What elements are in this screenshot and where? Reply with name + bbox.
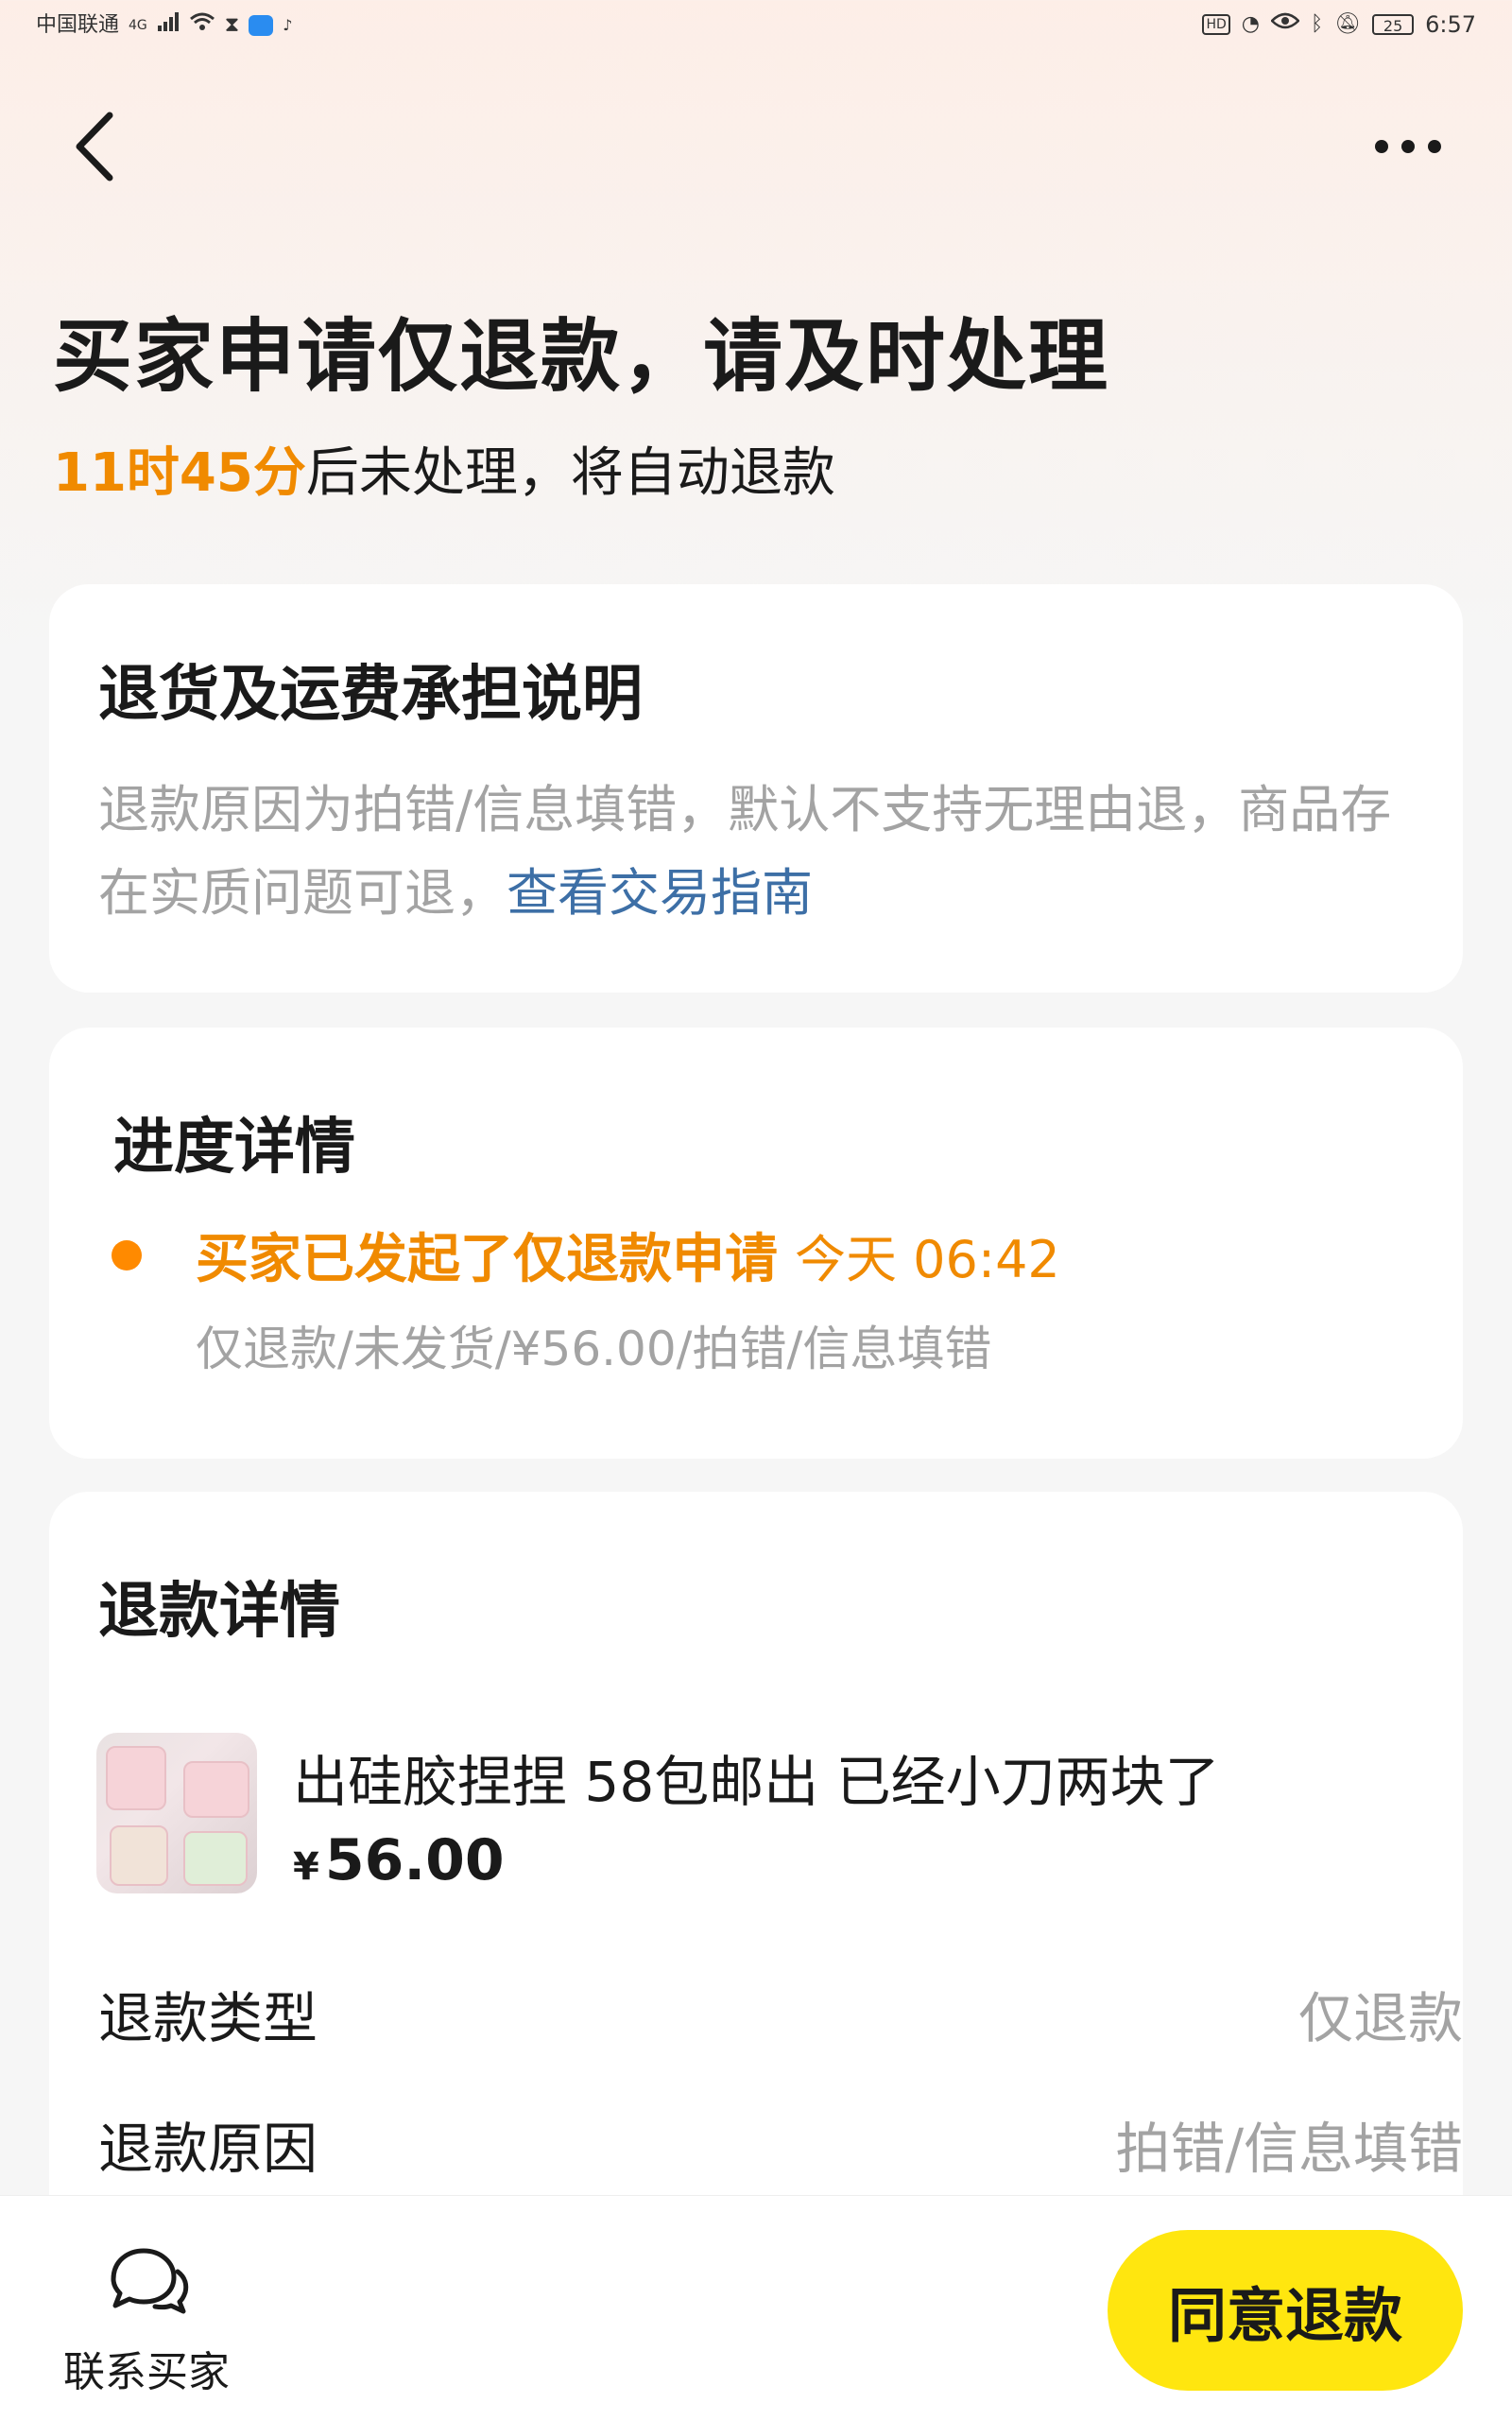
network-label: 4G — [129, 18, 147, 33]
refund-reason-value: 拍错/信息填错 — [1115, 2117, 1463, 2181]
progress-status: 买家已发起了仅退款申请 今天 06:42 — [196, 1217, 1060, 1293]
chat-bubble-icon — [111, 2248, 189, 2314]
refund-detail-title: 退款详情 — [98, 1577, 340, 1647]
progress-status-text: 买家已发起了仅退款申请 — [196, 1229, 778, 1290]
eye-icon — [1270, 11, 1300, 38]
cloud-app-icon — [249, 15, 274, 36]
status-bar: 中国联通 4G ⧗ ♪ HD ◔ ᛒ 🔕︎ 25 6:57 — [0, 0, 1512, 57]
data-saver-icon: ◔ — [1241, 12, 1260, 36]
product-price: ¥56.00 — [293, 1827, 505, 1893]
refund-reason-label: 退款原因 — [98, 2117, 318, 2181]
status-left: 中国联通 4G ⧗ ♪ — [36, 11, 292, 40]
refund-reason-row: 退款原因 拍错/信息填错 — [98, 2104, 1463, 2189]
return-policy-title: 退货及运费承担说明 — [98, 660, 643, 730]
more-dot-icon — [1428, 140, 1441, 153]
hd-icon: HD — [1202, 14, 1230, 35]
back-button[interactable] — [66, 104, 123, 189]
agree-refund-button[interactable]: 同意退款 — [1108, 2230, 1463, 2391]
progress-time: 今天 06:42 — [795, 1230, 1060, 1289]
progress-title: 进度详情 — [113, 1113, 355, 1183]
thumb-item — [106, 1746, 166, 1810]
refund-type-label: 退款类型 — [98, 1986, 318, 2050]
wifi-icon — [189, 11, 215, 40]
product-thumbnail[interactable] — [96, 1733, 257, 1893]
bottom-action-bar: 联系买家 同意退款 — [0, 2195, 1512, 2420]
price-symbol: ¥ — [293, 1845, 319, 1889]
thumb-item — [183, 1761, 249, 1818]
progress-card: 进度详情 买家已发起了仅退款申请 今天 06:42 仅退款/未发货/¥56.00/… — [49, 1028, 1463, 1459]
return-policy-card: 退货及运费承担说明 退款原因为拍错/信息填错，默认不支持无理由退，商品存在实质问… — [49, 584, 1463, 993]
page-title: 买家申请仅退款，请及时处理 — [53, 310, 1110, 403]
countdown-text: 后未处理，将自动退款 — [305, 442, 835, 504]
tiktok-icon: ♪ — [283, 16, 293, 34]
hourglass-icon: ⧗ — [224, 13, 240, 37]
status-right: HD ◔ ᛒ 🔕︎ 25 6:57 — [1202, 11, 1476, 38]
auto-refund-countdown: 11时45分后未处理，将自动退款 — [53, 430, 835, 507]
price-value: 56.00 — [324, 1827, 505, 1893]
progress-detail: 仅退款/未发货/¥56.00/拍错/信息填错 — [196, 1322, 992, 1376]
more-options-button[interactable] — [1361, 128, 1455, 165]
refund-type-value: 仅退款 — [1297, 1986, 1463, 2050]
more-dot-icon — [1401, 140, 1415, 153]
thumb-item — [110, 1825, 168, 1886]
progress-status-dot — [112, 1240, 142, 1270]
return-policy-description: 退款原因为拍错/信息填错，默认不支持无理由退，商品存在实质问题可退，查看交易指南 — [98, 769, 1402, 935]
signal-icon — [157, 11, 180, 40]
bluetooth-icon: ᛒ — [1310, 12, 1324, 36]
refund-type-row: 退款类型 仅退款 — [98, 1974, 1463, 2059]
carrier-label: 中国联通 — [36, 13, 120, 37]
thumb-item — [183, 1831, 248, 1886]
product-name[interactable]: 出硅胶捏捏 58包邮出 已经小刀两块了 — [293, 1737, 1220, 1817]
trade-guide-link[interactable]: 查看交易指南 — [507, 863, 813, 923]
mute-icon: 🔕︎ — [1334, 12, 1362, 36]
clock-time: 6:57 — [1425, 11, 1476, 38]
contact-buyer-label: 联系买家 — [63, 2348, 230, 2396]
more-dot-icon — [1375, 140, 1388, 153]
contact-buyer-button[interactable]: 联系买家 — [57, 2243, 236, 2396]
chevron-left-icon — [76, 112, 113, 182]
battery-icon: 25 — [1372, 14, 1415, 35]
countdown-time: 11时45分 — [53, 442, 306, 504]
